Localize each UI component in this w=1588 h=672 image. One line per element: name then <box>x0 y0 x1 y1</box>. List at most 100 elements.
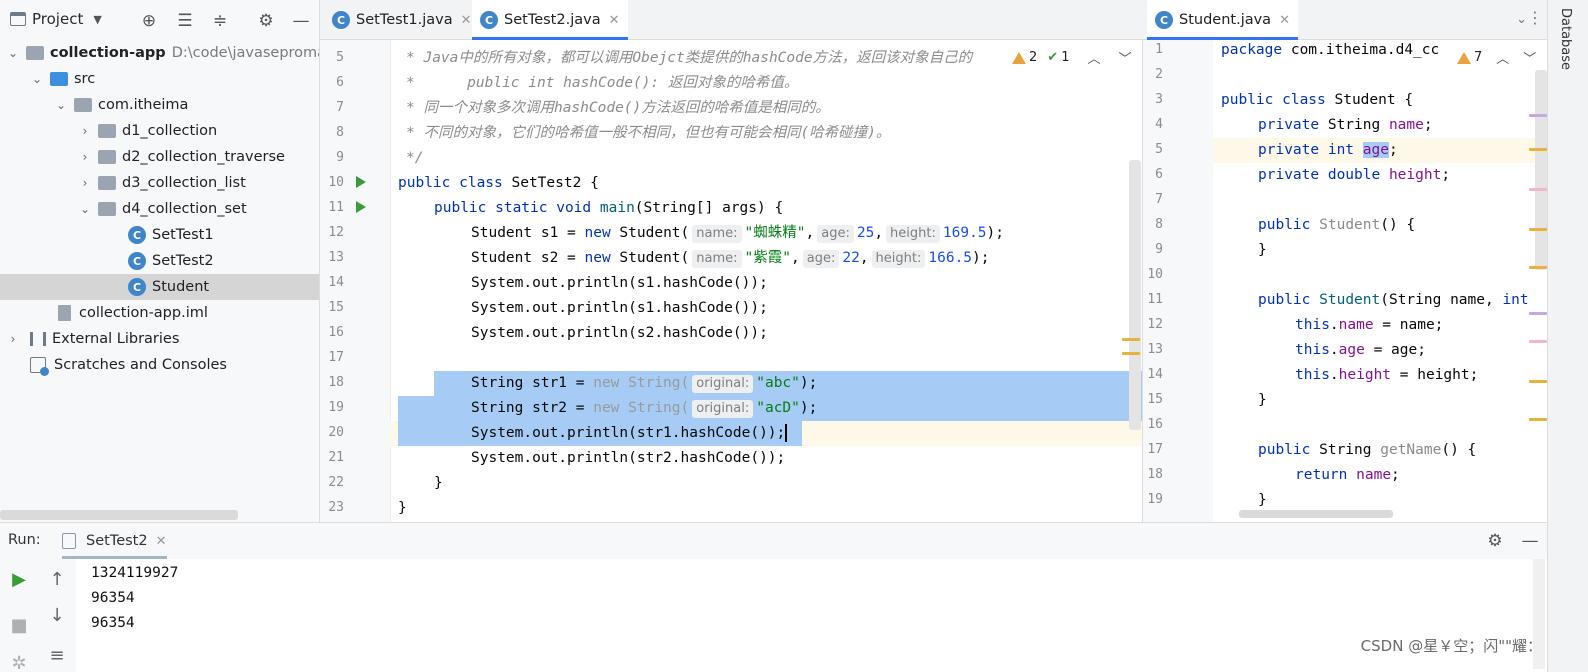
java-class-icon: C <box>128 226 146 244</box>
main-editor[interactable]: 5 6 7 8 9 10 11 12 13 14 15 16 17 18 19 … <box>320 40 1143 522</box>
tree-item-student[interactable]: C Student <box>0 274 319 300</box>
code-line-5: * Java中的所有对象，都可以调用Obejct类提供的hashCode方法，返… <box>406 50 973 66</box>
code-token: getName <box>1380 442 1442 458</box>
close-icon[interactable]: ✕ <box>156 534 167 549</box>
warning-stripe[interactable] <box>1529 266 1547 269</box>
info-stripe[interactable] <box>1529 114 1547 117</box>
line-number: 2 <box>1155 67 1163 82</box>
tree-item-com-itheima[interactable]: ⌄ com.itheima <box>54 92 188 118</box>
tree-item-label: d4_collection_set <box>122 201 247 217</box>
scratches-icon <box>30 357 49 376</box>
stop-icon[interactable]: ■ <box>7 613 31 637</box>
project-title: Project <box>32 10 84 28</box>
line-number: 1 <box>1155 42 1163 57</box>
code-token: com.itheima.d4_cc <box>1282 42 1440 58</box>
tab-settest1[interactable]: C SetTest1.java ✕ <box>324 0 480 40</box>
tab-settest2[interactable]: C SetTest2.java ✕ <box>472 0 628 40</box>
line-number: 6 <box>336 75 344 90</box>
tab-student[interactable]: C Student.java ✕ <box>1147 0 1298 40</box>
up-arrow-icon[interactable]: ↑ <box>45 567 69 591</box>
tree-item-d1-collection[interactable]: › d1_collection <box>78 118 218 144</box>
hide-panel-icon[interactable]: — <box>1519 530 1541 552</box>
warning-icon <box>1012 51 1026 64</box>
close-icon[interactable]: ✕ <box>609 13 620 28</box>
chevron-right-icon: › <box>82 176 88 190</box>
tab-list-chevron-icon[interactable]: ⌄ <box>1516 12 1527 27</box>
soft-wrap-icon[interactable]: ≡ <box>45 643 69 667</box>
hide-panel-icon[interactable]: — <box>290 10 312 32</box>
line-number: 10 <box>1147 267 1163 282</box>
gear-icon[interactable]: ⚙ <box>255 10 277 32</box>
code-token: name <box>1388 117 1424 133</box>
code-token: "abc" <box>756 375 800 391</box>
code-token: (String[] args) { <box>634 200 784 216</box>
run-tab-settest2[interactable]: SetTest2 ✕ <box>62 523 167 559</box>
warning-stripe[interactable] <box>1529 418 1547 421</box>
project-view-selector[interactable]: Project ▼ <box>10 10 102 28</box>
tree-item-d2-collection-traverse[interactable]: › d2_collection_traverse <box>78 144 285 170</box>
error-stripe[interactable] <box>1529 188 1547 191</box>
code-token: private double <box>1258 167 1381 183</box>
gear-icon[interactable]: ⚙ <box>1484 530 1506 552</box>
tree-item-d3-collection-list[interactable]: › d3_collection_list <box>78 170 246 196</box>
line-number: 22 <box>328 475 344 490</box>
error-stripe[interactable] <box>1529 340 1547 343</box>
chevron-down-icon: ⌄ <box>55 98 67 112</box>
param-hint: original: <box>692 375 754 393</box>
warning-stripe[interactable] <box>1529 148 1547 151</box>
more-tabs-icon[interactable]: ⋮ <box>1527 8 1543 27</box>
database-tool-button[interactable]: Database <box>1558 8 1573 70</box>
run-tab-label: SetTest2 <box>86 533 148 549</box>
editor-vertical-scrollbar[interactable] <box>1129 160 1141 430</box>
tree-item-iml[interactable]: collection-app.iml <box>58 300 208 326</box>
rerun-icon[interactable]: ▶ <box>7 567 31 591</box>
chevron-down-icon: ⌄ <box>7 46 19 60</box>
tree-item-d4-collection-set[interactable]: ⌄ d4_collection_set <box>78 196 247 222</box>
tree-item-scratches[interactable]: Scratches and Consoles <box>30 352 227 378</box>
code-token: new <box>584 225 611 241</box>
code-token: public class <box>1221 92 1326 108</box>
warning-stripe[interactable] <box>1122 352 1140 355</box>
console-output-line: 1324119927 <box>91 565 179 581</box>
settings-small-icon[interactable]: ✲ <box>7 651 31 672</box>
tree-item-src[interactable]: ⌄ src <box>30 66 95 92</box>
code-token: (String name, <box>1380 292 1503 308</box>
previous-highlight-icon[interactable]: ︿ <box>1087 48 1100 67</box>
code-line-9: */ <box>406 150 424 166</box>
warning-stripe[interactable] <box>1122 338 1140 341</box>
tree-item-collection-app[interactable]: ⌄ collection-app D:\code\javasepromax <box>6 40 319 66</box>
expand-all-icon[interactable]: ☰ <box>174 10 196 32</box>
previous-highlight-icon[interactable]: ︿ <box>1496 48 1509 67</box>
code-token: public <box>1258 217 1311 233</box>
close-icon[interactable]: ✕ <box>1279 13 1290 28</box>
tree-item-settest2[interactable]: C SetTest2 <box>128 248 214 274</box>
chevron-down-icon: ⌄ <box>31 72 43 86</box>
student-line-4: private String name; <box>1258 117 1433 133</box>
run-class-icon[interactable] <box>356 176 366 188</box>
collapse-all-icon[interactable]: ≑ <box>209 10 231 32</box>
line-number: 11 <box>328 200 344 215</box>
down-arrow-icon[interactable]: ↓ <box>45 603 69 627</box>
project-horizontal-scrollbar[interactable] <box>0 510 238 520</box>
next-highlight-icon[interactable]: ﹀ <box>1523 48 1536 67</box>
tree-item-settest1[interactable]: C SetTest1 <box>128 222 214 248</box>
code-token: return <box>1295 467 1348 483</box>
line-number: 11 <box>1147 292 1163 307</box>
next-highlight-icon[interactable]: ﹀ <box>1118 48 1131 67</box>
line-number: 15 <box>328 300 344 315</box>
tree-item-external-libraries[interactable]: › External Libraries <box>6 326 180 352</box>
inspection-widget[interactable]: 7 ︿ ﹀ <box>1453 48 1537 67</box>
locate-icon[interactable]: ⊕ <box>138 10 160 32</box>
student-line-15: } <box>1258 392 1267 408</box>
code-token: public <box>1258 292 1311 308</box>
inspection-widget[interactable]: 2 ✔ 1 ︿ ﹀ <box>1012 48 1132 67</box>
run-main-icon[interactable] <box>356 201 366 213</box>
warning-stripe[interactable] <box>1529 380 1547 383</box>
side-editor-horizontal-scrollbar[interactable] <box>1239 510 1393 518</box>
side-editor[interactable]: 1 2 3 4 5 6 7 8 9 10 11 12 13 14 15 16 1… <box>1143 40 1547 522</box>
close-icon[interactable]: ✕ <box>461 13 472 28</box>
line-number: 9 <box>336 150 344 165</box>
editor-vertical-scrollbar[interactable] <box>1535 70 1547 270</box>
warning-stripe[interactable] <box>1529 228 1547 231</box>
info-stripe[interactable] <box>1529 312 1547 315</box>
